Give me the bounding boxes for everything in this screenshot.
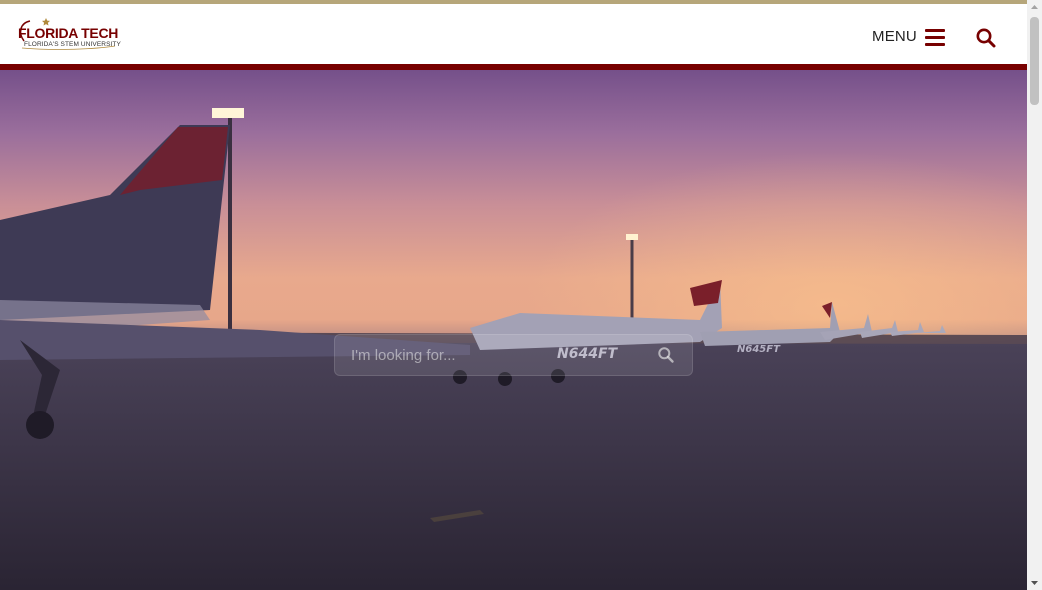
hero-banner: N644FT N645FT [0,70,1027,590]
site-header: FLORIDA TECH FLORIDA'S STEM UNIVERSITY M… [0,4,1027,64]
scroll-up-arrow-icon[interactable] [1027,0,1042,15]
tail-number-label-2: N645FT [737,344,781,355]
menu-label: MENU [872,27,917,45]
florida-tech-logo[interactable]: FLORIDA TECH FLORIDA'S STEM UNIVERSITY [16,15,121,51]
vertical-scrollbar[interactable] [1027,0,1042,590]
hero-search-bar [334,334,693,376]
scrollbar-thumb[interactable] [1030,17,1039,105]
hero-search-icon[interactable] [657,346,675,364]
logo-tagline: FLORIDA'S STEM UNIVERSITY [24,41,121,48]
menu-button[interactable]: MENU [872,22,945,50]
header-search-button[interactable] [975,27,997,49]
search-icon [976,28,996,48]
hero-photo-airplanes: N644FT N645FT [0,108,1027,590]
hero-search-input[interactable] [334,334,651,376]
logo-title: FLORIDA TECH [18,25,119,41]
scroll-down-arrow-icon[interactable] [1027,575,1042,590]
hamburger-icon [924,28,945,46]
